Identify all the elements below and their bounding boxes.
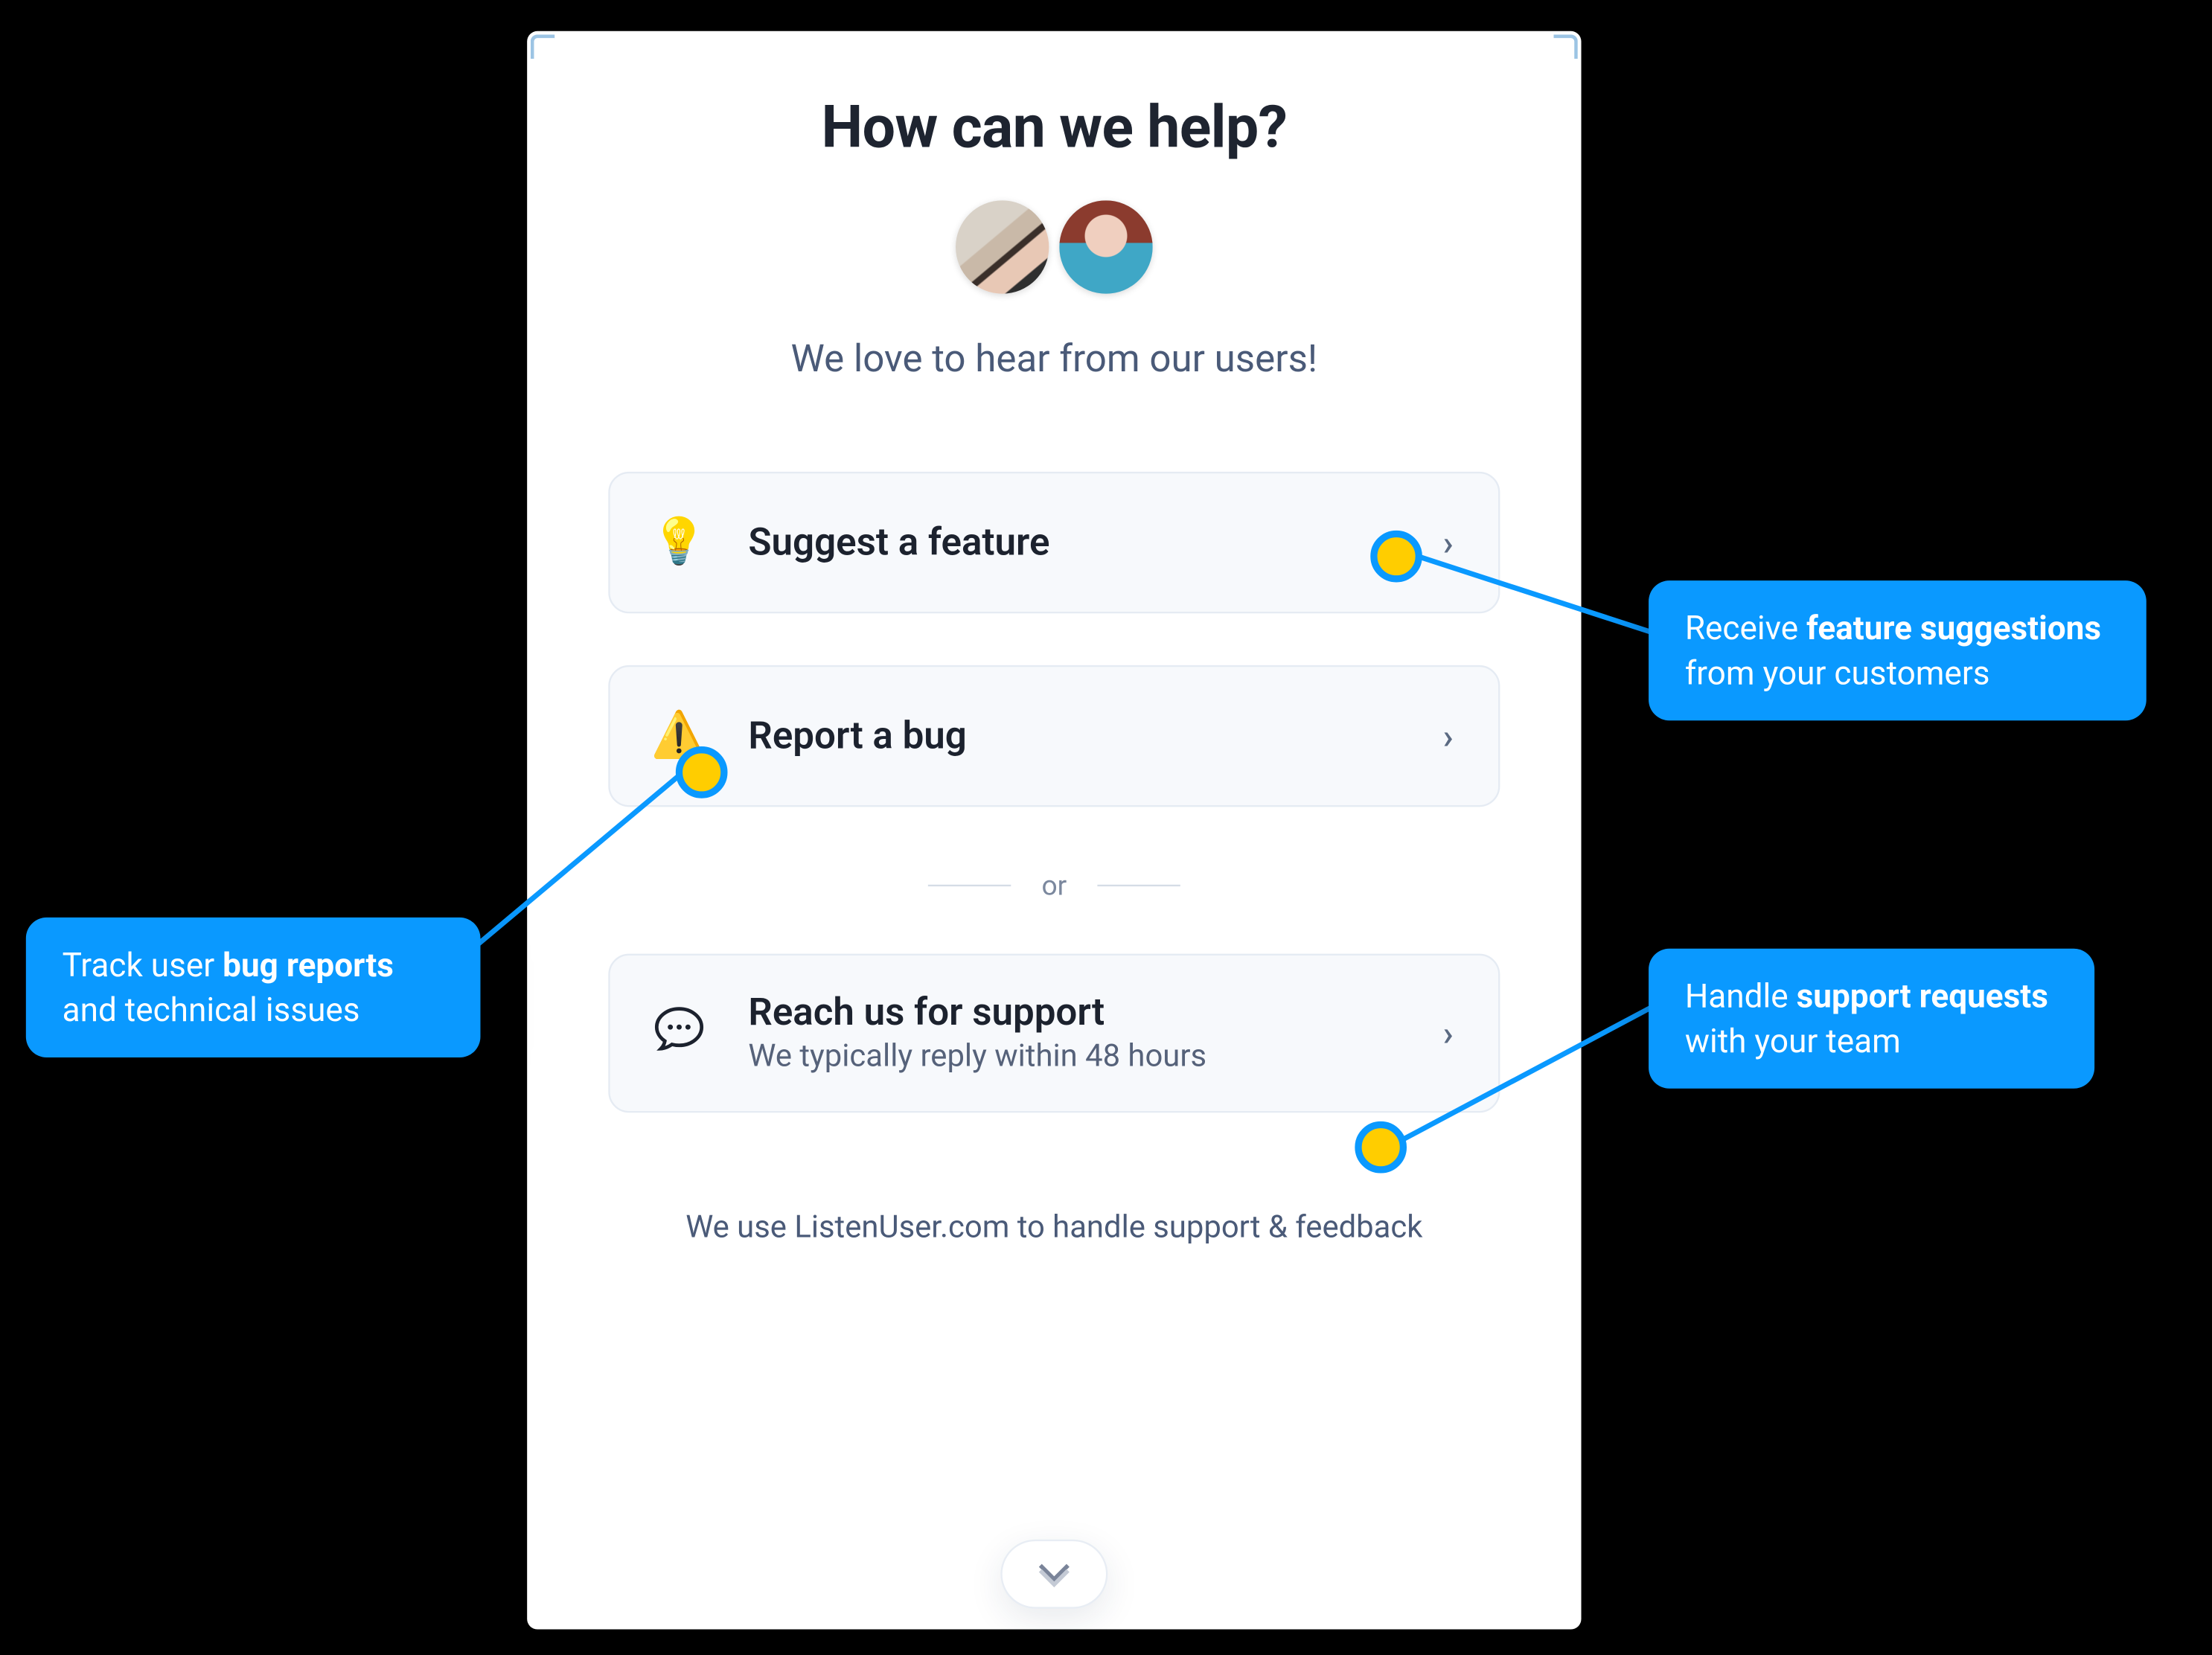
callout-text-pre: Handle xyxy=(1685,976,1797,1016)
suggest-feature-card[interactable]: 💡 Suggest a feature › xyxy=(608,472,1500,613)
chevron-down-icon xyxy=(1037,1560,1071,1588)
chevron-right-icon: › xyxy=(1443,715,1454,757)
chevron-right-icon: › xyxy=(1443,522,1454,563)
corner-decoration xyxy=(531,34,555,59)
option-title: Report a bug xyxy=(748,714,1442,758)
divider-line xyxy=(1098,885,1180,886)
chat-bubble-icon xyxy=(648,1005,711,1062)
help-widget: How can we help? We love to hear from ou… xyxy=(527,31,1581,1630)
callout-text-post: and technical issues xyxy=(63,990,360,1029)
callout-bug: Track user bug reports and technical iss… xyxy=(26,918,481,1058)
team-avatars xyxy=(956,200,1153,293)
chevron-right-icon: › xyxy=(1443,1013,1454,1054)
scroll-down-button[interactable] xyxy=(1000,1540,1107,1609)
option-title: Reach us for support xyxy=(748,992,1442,1035)
callout-text-pre: Receive xyxy=(1685,608,1806,647)
or-label: or xyxy=(1041,869,1067,902)
reach-support-card[interactable]: Reach us for support We typically reply … xyxy=(608,954,1500,1113)
options-list: 💡 Suggest a feature › ⚠️ Report a bug › … xyxy=(608,472,1500,1113)
avatar xyxy=(956,200,1049,293)
annotation-marker xyxy=(1370,531,1422,583)
widget-title: How can we help? xyxy=(822,93,1288,162)
annotation-marker xyxy=(1355,1121,1407,1174)
widget-subtitle: We love to hear from our users! xyxy=(791,339,1318,382)
option-title: Suggest a feature xyxy=(748,521,1442,564)
callout-feature: Receive feature suggestions from your cu… xyxy=(1649,580,2147,721)
callout-text-post: with your team xyxy=(1685,1020,1901,1060)
report-bug-card[interactable]: ⚠️ Report a bug › xyxy=(608,665,1500,807)
footer-note: We use ListenUser.com to handle support … xyxy=(685,1209,1422,1246)
option-subtitle: We typically reply within 48 hours xyxy=(748,1038,1442,1075)
or-divider: or xyxy=(927,869,1180,902)
callout-text-post: from your customers xyxy=(1685,653,1990,692)
divider-line xyxy=(927,885,1010,886)
callout-support: Handle support requests with your team xyxy=(1649,949,2094,1089)
lightbulb-icon: 💡 xyxy=(648,516,711,569)
callout-text-pre: Track user xyxy=(63,945,223,985)
callout-text-bold: bug reports xyxy=(223,945,394,985)
callout-text-bold: feature suggestions xyxy=(1806,608,2101,647)
callout-text-bold: support requests xyxy=(1797,976,2048,1016)
annotation-marker xyxy=(676,746,728,798)
corner-decoration xyxy=(1553,34,1578,59)
avatar xyxy=(1059,200,1152,293)
